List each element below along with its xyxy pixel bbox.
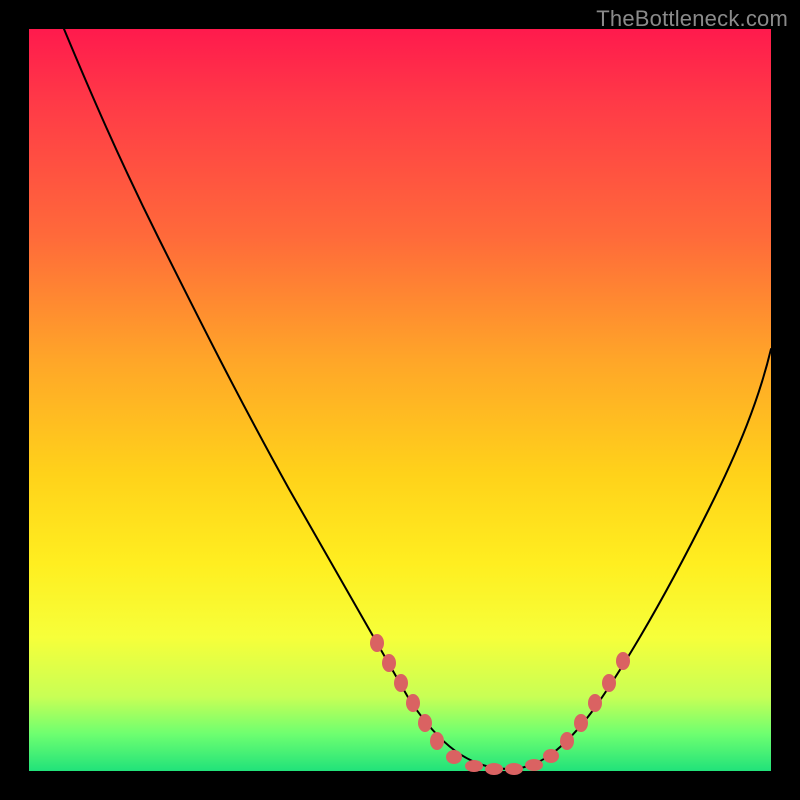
marker-dots [370,634,630,775]
marker-dot [430,732,444,750]
bottleneck-curve [64,29,771,769]
marker-dot [616,652,630,670]
marker-dot [543,749,559,763]
marker-dot [525,759,543,771]
marker-dot [588,694,602,712]
marker-dot [406,694,420,712]
marker-dot [560,732,574,750]
marker-dot [418,714,432,732]
marker-dot [394,674,408,692]
marker-dot [465,760,483,772]
outer-frame: TheBottleneck.com [0,0,800,800]
marker-dot [382,654,396,672]
curve-layer [29,29,771,771]
marker-dot [602,674,616,692]
marker-dot [370,634,384,652]
marker-dot [574,714,588,732]
marker-dot [505,763,523,775]
marker-dot [446,750,462,764]
marker-dot [485,763,503,775]
plot-area [29,29,771,771]
